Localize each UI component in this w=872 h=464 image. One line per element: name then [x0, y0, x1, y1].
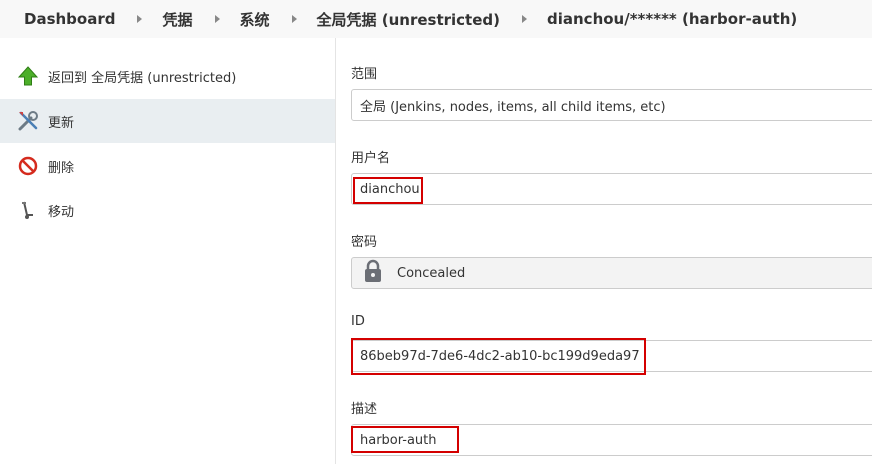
- description-value: harbor-auth: [360, 432, 437, 448]
- sidebar-item-back[interactable]: 返回到 全局凭据 (unrestricted): [0, 54, 335, 98]
- credential-form: 范围 全局 (Jenkins, nodes, items, all child …: [335, 38, 872, 464]
- lock-icon: [363, 259, 383, 287]
- sidebar-item-delete[interactable]: 删除: [0, 144, 335, 188]
- chevron-right-icon: [522, 15, 527, 23]
- id-label: ID: [351, 314, 365, 329]
- sidebar-item-label: 返回到 全局凭据 (unrestricted): [48, 70, 237, 86]
- sidebar-item-label: 移动: [48, 204, 75, 220]
- chevron-right-icon: [137, 15, 143, 23]
- sidebar-item-label: 删除: [48, 160, 75, 176]
- breadcrumb: Dashboard 凭据 系统 全局凭据 (unrestricted) dian…: [0, 0, 872, 38]
- sidebar-item-move[interactable]: 移动: [0, 188, 335, 232]
- chevron-right-icon: [291, 15, 297, 23]
- up-arrow-icon: [16, 64, 40, 88]
- no-entry-icon: [16, 154, 40, 178]
- scope-label: 范围: [351, 67, 378, 82]
- id-input[interactable]: 86beb97d-7de6-4dc2-ab10-bc199d9eda97: [351, 340, 872, 372]
- id-value: 86beb97d-7de6-4dc2-ab10-bc199d9eda97: [360, 348, 640, 364]
- breadcrumb-system[interactable]: 系统: [240, 9, 270, 30]
- username-label: 用户名: [351, 151, 391, 166]
- description-input[interactable]: harbor-auth: [351, 424, 872, 456]
- tools-icon: [16, 109, 40, 133]
- username-value: dianchou: [360, 181, 420, 197]
- breadcrumb-global-domain[interactable]: 全局凭据 (unrestricted): [317, 9, 500, 30]
- sidebar: 返回到 全局凭据 (unrestricted) 更新 删除 移动: [0, 38, 335, 464]
- password-field[interactable]: Concealed: [351, 257, 872, 289]
- description-label: 描述: [351, 402, 378, 417]
- password-label: 密码: [351, 235, 378, 250]
- chevron-right-icon: [214, 15, 220, 23]
- move-icon: [16, 198, 40, 222]
- breadcrumb-dashboard[interactable]: Dashboard: [24, 10, 115, 28]
- sidebar-item-label: 更新: [48, 115, 75, 131]
- username-input[interactable]: dianchou: [351, 173, 872, 205]
- password-value: Concealed: [397, 265, 466, 281]
- breadcrumb-credentials[interactable]: 凭据: [162, 9, 192, 30]
- breadcrumb-current-credential[interactable]: dianchou/****** (harbor-auth): [547, 10, 797, 28]
- sidebar-item-update[interactable]: 更新: [0, 99, 335, 143]
- scope-select[interactable]: 全局 (Jenkins, nodes, items, all child ite…: [351, 89, 872, 121]
